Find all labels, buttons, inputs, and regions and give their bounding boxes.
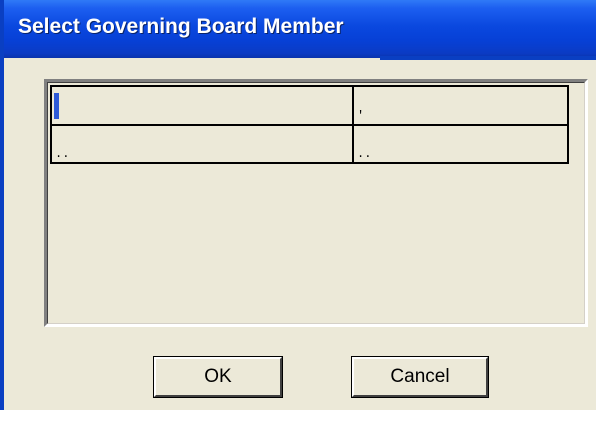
member-grid[interactable]: ' .. ..: [44, 79, 588, 327]
table-cell[interactable]: ..: [352, 124, 569, 164]
title-bar[interactable]: Select Governing Board Member: [4, 0, 596, 58]
text-cursor: [54, 93, 59, 119]
table-row[interactable]: .. ..: [50, 124, 569, 164]
table-cell[interactable]: [50, 85, 354, 126]
dialog-window: Select Governing Board Member ' .. .. OK…: [0, 0, 596, 410]
ok-button[interactable]: OK: [153, 356, 283, 398]
cell-value: ': [357, 109, 365, 123]
member-table: ' .. ..: [50, 85, 569, 164]
cancel-button[interactable]: Cancel: [351, 356, 489, 398]
table-cell[interactable]: ': [352, 85, 569, 126]
table-row[interactable]: ': [50, 85, 569, 126]
cell-value: ..: [357, 147, 372, 161]
title-bar-edge: [380, 56, 596, 60]
dialog-title: Select Governing Board Member: [18, 15, 344, 38]
cell-value: ..: [55, 147, 70, 161]
table-cell[interactable]: ..: [50, 124, 354, 164]
